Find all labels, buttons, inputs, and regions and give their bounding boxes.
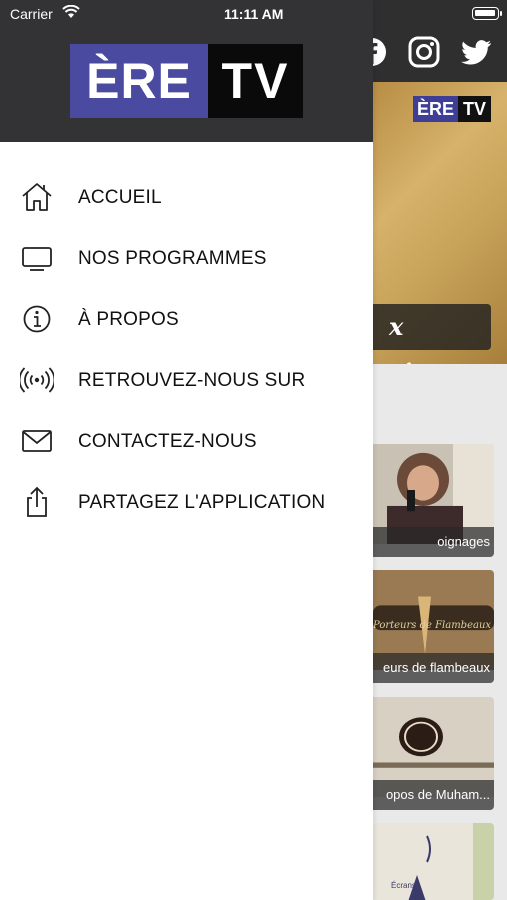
program-card[interactable]: Écrans [373,823,494,900]
logo-tv: TV [208,44,303,118]
status-bar: Carrier 11:11 AM [0,0,507,30]
menu-item-partagez[interactable]: PARTAGEZ L'APPLICATION [0,472,373,533]
status-time: 11:11 AM [224,6,284,22]
card-caption: opos de Muham... [373,780,494,810]
card-art-text: Porteurs de Flambeaux [373,620,492,631]
card-art-text: Écrans [391,881,416,890]
program-card[interactable]: Porteurs de Flambeaux eurs de flambeaux [373,570,494,683]
menu-item-label: PARTAGEZ L'APPLICATION [78,492,326,513]
mail-icon [20,425,54,457]
tv-icon [20,242,54,274]
wifi-icon [62,5,80,18]
hero-logo: ÈRE TV [413,96,492,122]
side-drawer: ÈRE TV ACCUEIL NOS PROGRAMMES À PROPOS R… [0,0,373,900]
menu-item-retrouvez-nous[interactable]: RETROUVEZ-NOUS SUR [0,350,373,411]
carrier-label: Carrier [10,6,53,22]
instagram-icon[interactable] [406,34,442,70]
card-caption: eurs de flambeaux [373,653,494,683]
menu-item-label: ACCUEIL [78,187,162,208]
battery-icon [472,7,502,20]
menu-item-label: CONTACTEZ-NOUS [78,431,257,452]
menu-item-label: RETROUVEZ-NOUS SUR [78,370,306,391]
program-card[interactable]: oignages [373,444,494,557]
ere-tv-logo: ÈRE TV [70,44,303,118]
broadcast-icon [18,364,56,396]
logo-ere: ÈRE [70,44,208,118]
menu-item-accueil[interactable]: ACCUEIL [0,167,373,228]
menu-item-a-propos[interactable]: À PROPOS [0,289,373,350]
menu-item-contactez-nous[interactable]: CONTACTEZ-NOUS [0,411,373,472]
menu-item-label: NOS PROGRAMMES [78,248,267,269]
twitter-icon[interactable] [458,34,494,70]
program-card[interactable]: opos de Muham... [373,697,494,810]
vimeo-badge: x vimeo [373,304,491,364]
hero-banner[interactable]: ÈRE TV x vimeo [373,82,507,364]
menu-item-label: À PROPOS [78,309,179,330]
menu-item-programmes[interactable]: NOS PROGRAMMES [0,228,373,289]
section-header [373,364,507,434]
share-icon [20,486,54,518]
home-icon [20,181,54,213]
card-caption: oignages [373,527,494,557]
info-icon [20,303,54,335]
